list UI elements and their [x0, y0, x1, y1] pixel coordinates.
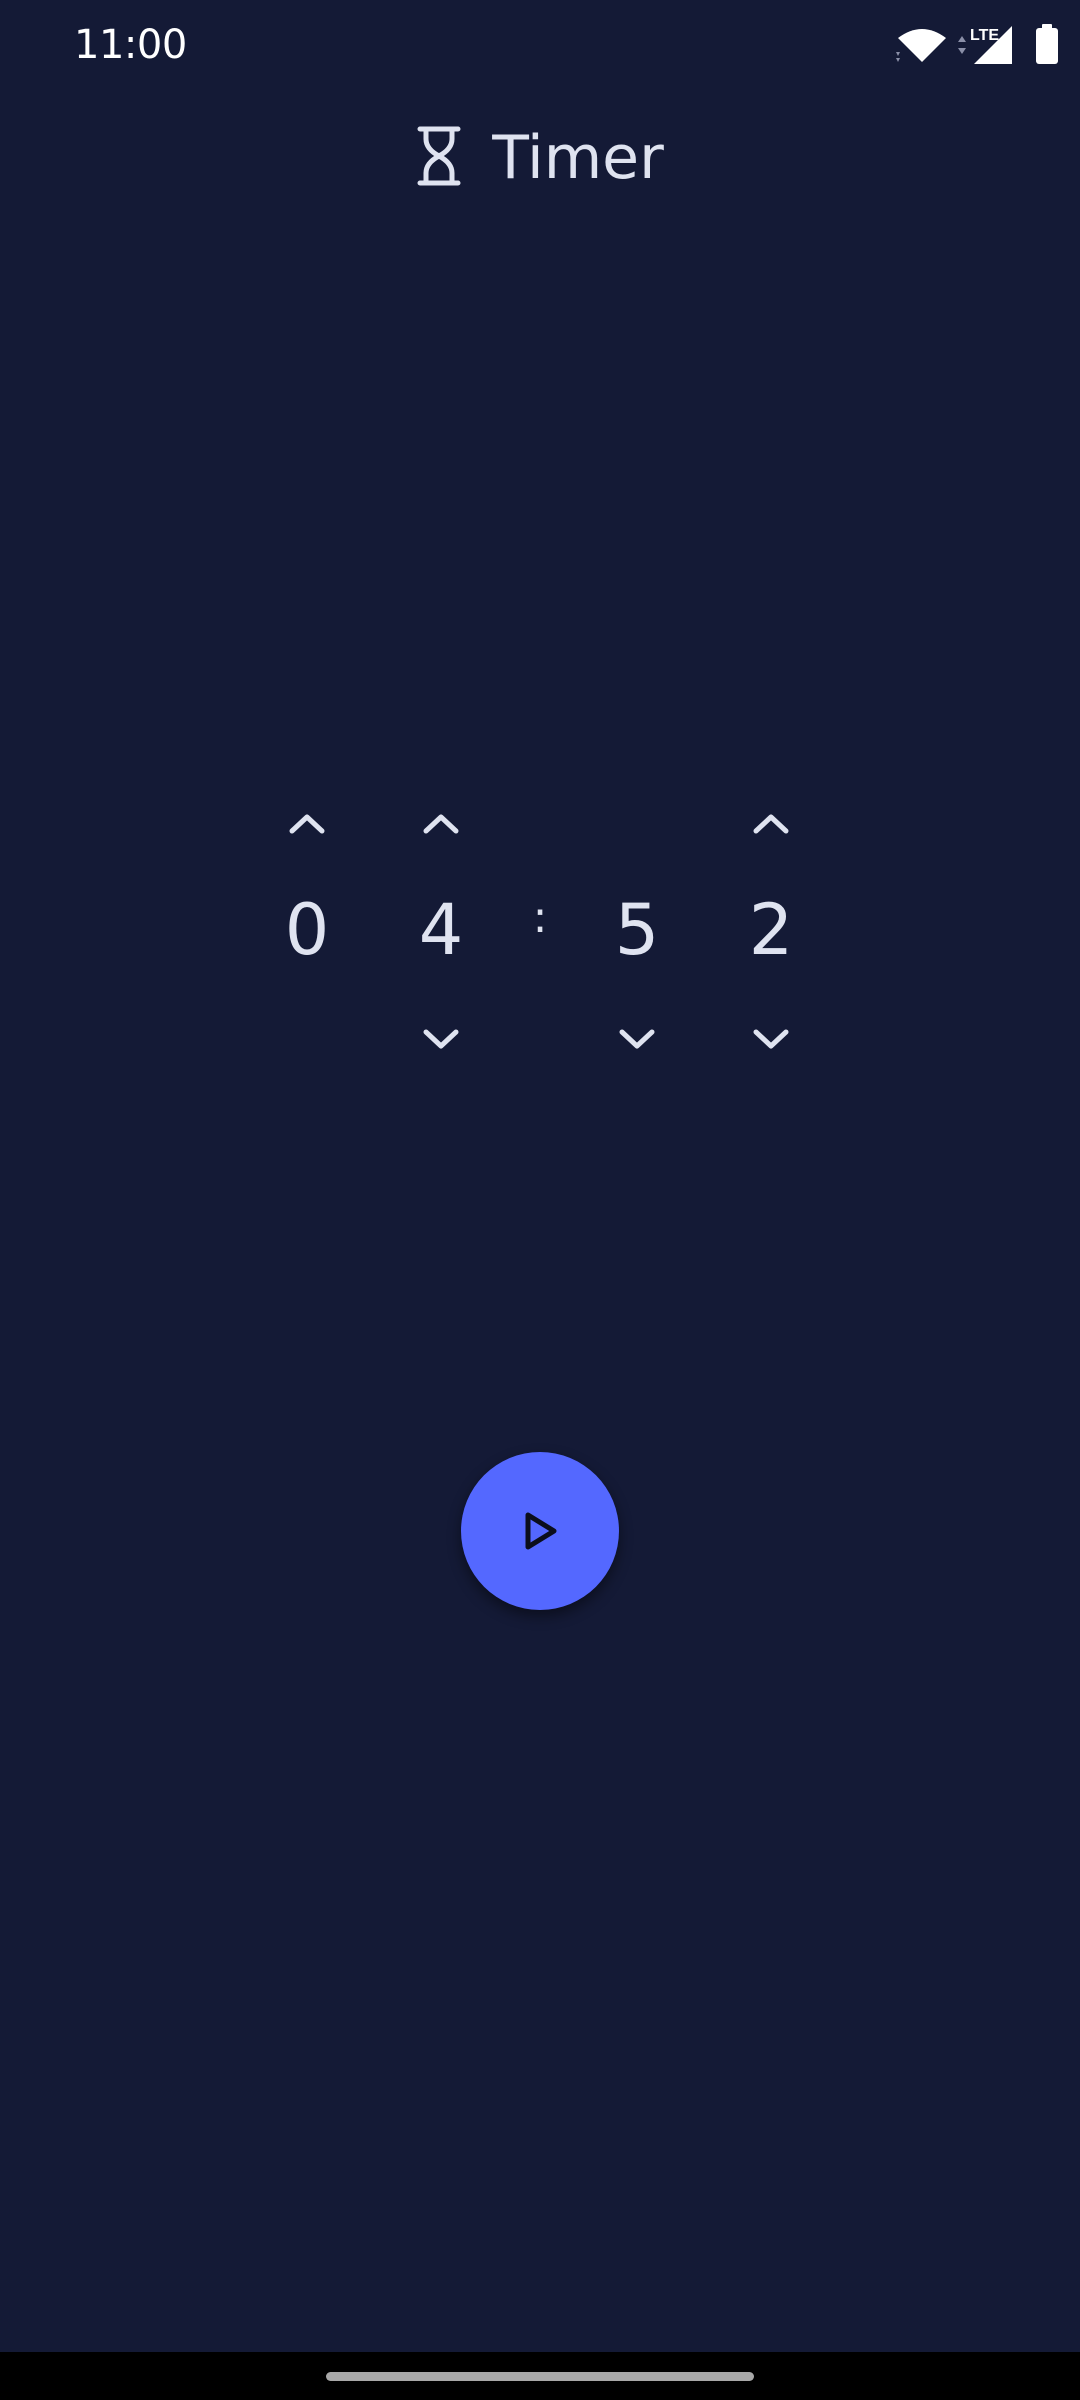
- page-title: Timer: [492, 123, 664, 193]
- chevron-up-icon: [753, 814, 789, 834]
- minutes-ones-column: 4: [381, 780, 501, 1080]
- battery-icon: [1036, 24, 1058, 64]
- time-separator: :: [532, 892, 548, 943]
- chevron-up-icon: [289, 814, 325, 834]
- cell-signal-icon: LTE: [958, 26, 1012, 64]
- minutes-ones-digit: 4: [418, 889, 464, 971]
- minutes-tens-column: 0: [247, 780, 367, 1080]
- seconds-ones-column: 2: [711, 780, 831, 1080]
- status-time: 11:00: [74, 22, 187, 68]
- start-timer-button[interactable]: [461, 1452, 619, 1610]
- chevron-down-icon: [753, 1029, 789, 1049]
- minutes-ones-increment-button[interactable]: [416, 798, 466, 848]
- seconds-tens-decrement-button[interactable]: [612, 1015, 662, 1065]
- seconds-ones-decrement-button[interactable]: [746, 1015, 796, 1065]
- seconds-ones-digit: 2: [748, 889, 794, 971]
- app-header: Timer: [0, 118, 1080, 198]
- home-gesture-handle[interactable]: [326, 2372, 754, 2381]
- minutes-tens-increment-button[interactable]: [282, 798, 332, 848]
- chevron-down-icon: [619, 1029, 655, 1049]
- status-bar: 11:00 LTE: [0, 0, 1080, 90]
- seconds-tens-column: 5: [577, 780, 697, 1080]
- play-icon: [525, 1512, 557, 1550]
- status-icons: LTE: [880, 0, 1080, 90]
- network-type-label: LTE: [970, 27, 999, 44]
- seconds-tens-digit: 5: [614, 889, 660, 971]
- hourglass-icon: [416, 125, 462, 191]
- chevron-up-icon: [423, 814, 459, 834]
- seconds-ones-increment-button[interactable]: [746, 798, 796, 848]
- wifi-icon: [896, 29, 946, 62]
- navigation-bar: [0, 2352, 1080, 2400]
- minutes-tens-digit: 0: [284, 889, 330, 971]
- chevron-down-icon: [423, 1029, 459, 1049]
- minutes-ones-decrement-button[interactable]: [416, 1015, 466, 1065]
